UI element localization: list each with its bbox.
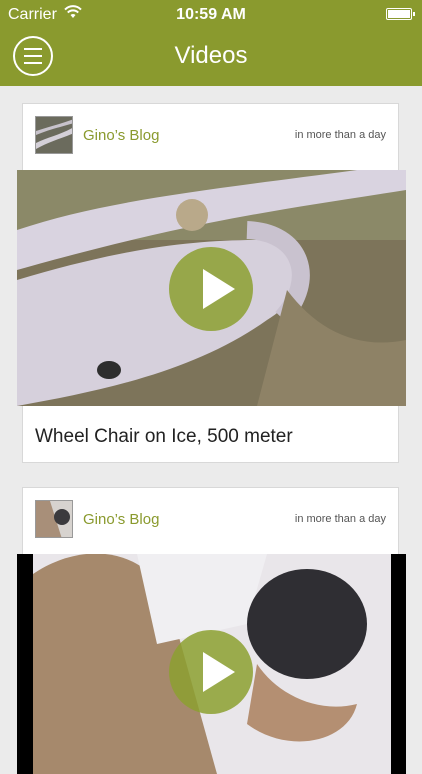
play-button[interactable] bbox=[169, 630, 253, 714]
clock: 10:59 AM bbox=[176, 6, 246, 23]
status-bar: Carrier 10:59 AM bbox=[0, 0, 422, 28]
blog-name[interactable]: Gino’s Blog bbox=[83, 127, 159, 144]
blog-name[interactable]: Gino’s Blog bbox=[83, 511, 159, 528]
page-title: Videos bbox=[174, 42, 248, 69]
video-player[interactable] bbox=[17, 554, 406, 774]
video-title[interactable]: Wheel Chair on Ice, 500 meter bbox=[35, 426, 293, 448]
blog-thumbnail bbox=[35, 500, 73, 538]
top-bar: Carrier 10:59 AM Videos bbox=[0, 0, 422, 86]
post-time: in more than a day bbox=[294, 513, 386, 525]
blog-thumbnail bbox=[35, 116, 73, 154]
post-time: in more than a day bbox=[294, 129, 386, 141]
video-post-card[interactable]: Gino’s Blog in more than a day bbox=[17, 487, 406, 774]
video-player[interactable] bbox=[17, 170, 406, 406]
video-post-card[interactable]: Gino’s Blog in more than a day Wheel Cha… bbox=[17, 103, 406, 463]
play-button[interactable] bbox=[169, 247, 253, 331]
battery-icon bbox=[386, 8, 415, 20]
